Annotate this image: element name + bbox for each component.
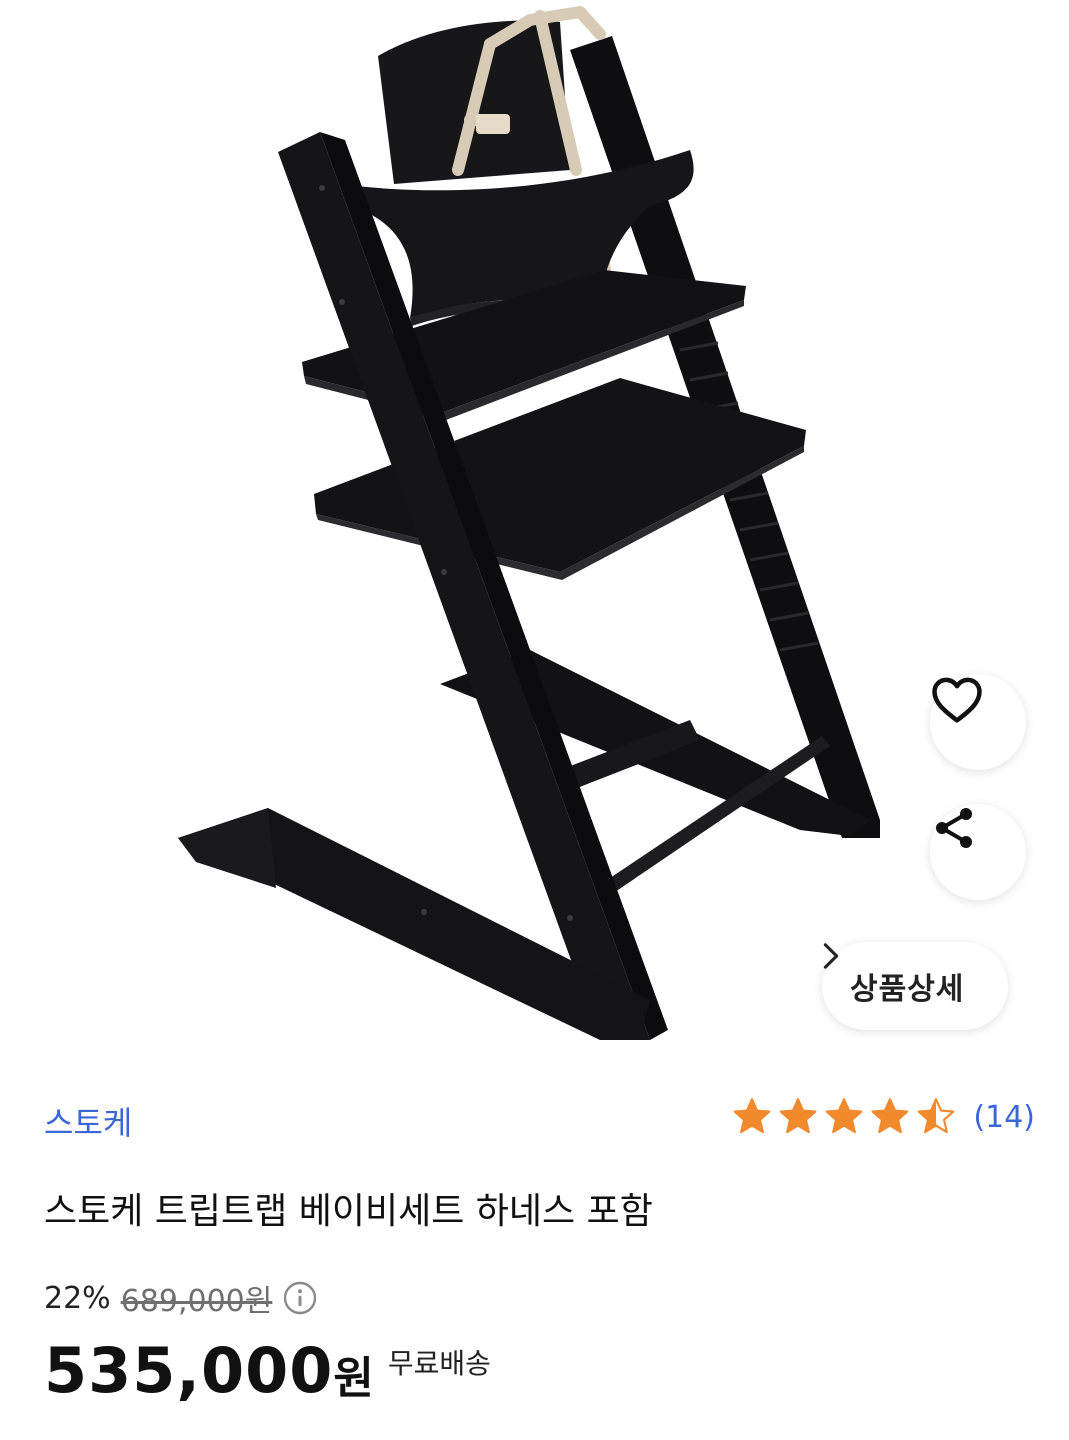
shipping-badge: 무료배송: [387, 1347, 491, 1380]
star-rating: [731, 1096, 957, 1138]
info-icon[interactable]: [282, 1280, 318, 1316]
star-icon: [915, 1096, 957, 1138]
star-icon: [731, 1096, 773, 1138]
rating-summary[interactable]: (14): [731, 1096, 1035, 1138]
star-icon: [777, 1096, 819, 1138]
share-button[interactable]: [930, 804, 1026, 900]
product-title: 스토케 트립트랩 베이비세트 하네스 포함: [44, 1191, 653, 1232]
sale-price: 535,000: [44, 1334, 334, 1407]
star-icon: [823, 1096, 865, 1138]
star-icon: [869, 1096, 911, 1138]
product-detail-label: 상품상세: [850, 972, 965, 1007]
sale-price-currency: 원: [333, 1353, 374, 1404]
product-image[interactable]: 상품상세: [0, 0, 1069, 1068]
original-price: 689,000원: [120, 1284, 273, 1319]
price-original-row: 22% 689,000원: [44, 1276, 318, 1320]
sale-price-row: 535,000 원 무료배송: [44, 1336, 491, 1414]
brand-link[interactable]: 스토케: [44, 1098, 132, 1144]
product-detail-button[interactable]: 상품상세: [822, 942, 1009, 1030]
discount-rate: 22%: [44, 1280, 111, 1316]
wishlist-button[interactable]: [930, 674, 1026, 770]
high-chair-image: [178, 6, 880, 1040]
review-count: (14): [973, 1099, 1035, 1135]
